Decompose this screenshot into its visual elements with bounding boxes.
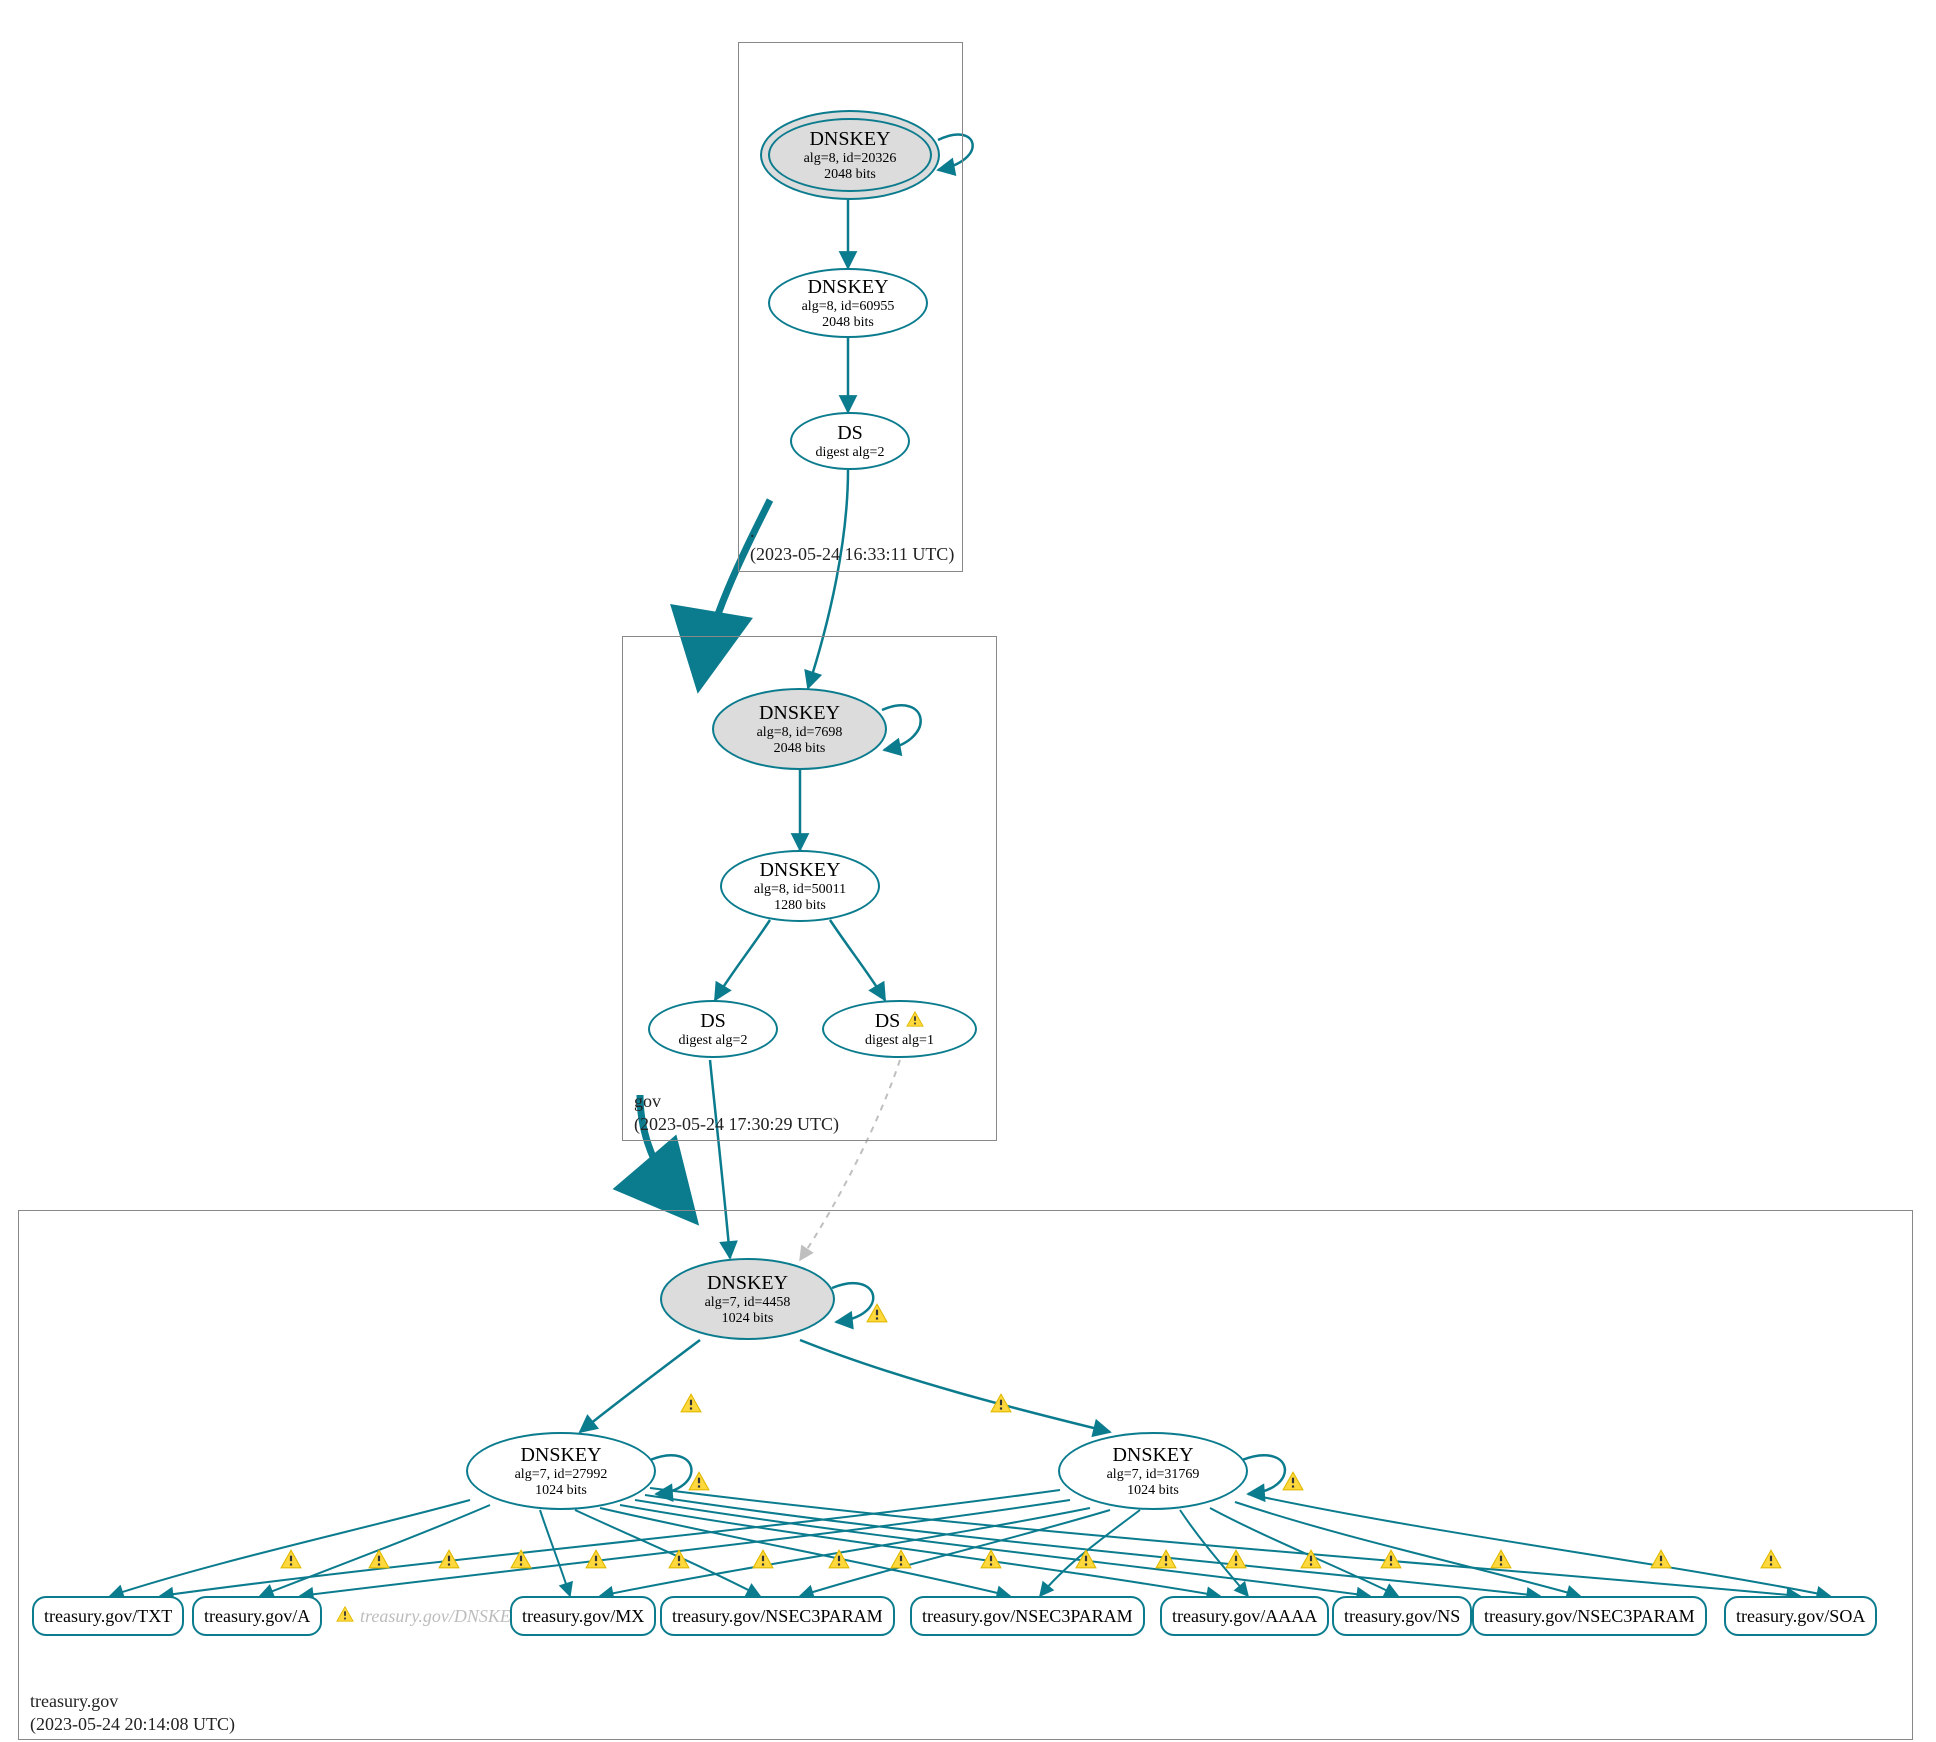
zone-gov-label: gov (2023-05-24 17:30:29 UTC) — [634, 1090, 839, 1135]
root-ksk-dnskey: DNSKEY alg=8, id=20326 2048 bits — [760, 110, 940, 200]
node-title: DNSKEY — [759, 859, 840, 882]
node-title: DNSKEY — [520, 1444, 601, 1467]
warning-icon — [668, 1548, 690, 1570]
rr-txt: treasury.gov/TXT — [32, 1596, 184, 1636]
node-sub: 1280 bits — [774, 898, 826, 914]
node-title: DNSKEY — [1112, 1444, 1193, 1467]
node-title: DNSKEY — [707, 1272, 788, 1295]
node-sub: digest alg=2 — [816, 445, 885, 461]
node-sub: alg=8, id=50011 — [754, 882, 846, 898]
warning-icon — [980, 1548, 1002, 1570]
warning-icon — [438, 1548, 460, 1570]
rr-label: treasury.gov/NSEC3PARAM — [922, 1606, 1133, 1627]
node-sub: 1024 bits — [722, 1311, 774, 1327]
warning-icon — [1225, 1548, 1247, 1570]
warning-icon — [1282, 1470, 1304, 1492]
rr-label: treasury.gov/MX — [522, 1606, 644, 1627]
node-title: DNSKEY — [759, 702, 840, 725]
node-sub: 1024 bits — [1127, 1483, 1179, 1499]
rr-soa: treasury.gov/SOA — [1724, 1596, 1877, 1636]
node-sub: digest alg=1 — [865, 1033, 934, 1049]
warning-icon — [1380, 1548, 1402, 1570]
warning-icon — [1760, 1548, 1782, 1570]
zone-timestamp: (2023-05-24 16:33:11 UTC) — [750, 544, 954, 564]
warning-icon — [1075, 1548, 1097, 1570]
node-title: DNSKEY — [807, 276, 888, 299]
node-sub: 2048 bits — [822, 315, 874, 331]
warning-icon — [368, 1548, 390, 1570]
rr-label: treasury.gov/SOA — [1736, 1606, 1865, 1627]
warning-icon — [1650, 1548, 1672, 1570]
warning-icon — [990, 1392, 1012, 1414]
gov-ksk-dnskey: DNSKEY alg=8, id=7698 2048 bits — [712, 688, 887, 770]
rr-a: treasury.gov/A — [192, 1596, 322, 1636]
treasury-zsk-31769: DNSKEY alg=7, id=31769 1024 bits — [1058, 1432, 1248, 1510]
warning-icon — [1490, 1548, 1512, 1570]
node-sub: alg=7, id=4458 — [705, 1295, 791, 1311]
root-zsk-dnskey: DNSKEY alg=8, id=60955 2048 bits — [768, 268, 928, 338]
rr-nsec3param-3: treasury.gov/NSEC3PARAM — [1472, 1596, 1707, 1636]
warning-icon — [680, 1392, 702, 1414]
warning-icon — [752, 1548, 774, 1570]
zone-name: . — [750, 521, 755, 541]
gov-zsk-dnskey: DNSKEY alg=8, id=50011 1280 bits — [720, 850, 880, 922]
node-sub: 2048 bits — [774, 741, 826, 757]
warning-icon — [866, 1302, 888, 1324]
warning-icon — [280, 1548, 302, 1570]
rr-mx: treasury.gov/MX — [510, 1596, 656, 1636]
rr-label: treasury.gov/TXT — [44, 1606, 172, 1627]
treasury-zsk-27992: DNSKEY alg=7, id=27992 1024 bits — [466, 1432, 656, 1510]
warning-icon — [890, 1548, 912, 1570]
gov-ds-alg1: DS digest alg=1 — [822, 1000, 977, 1058]
warning-icon — [336, 1605, 354, 1628]
rr-label: treasury.gov/NSEC3PARAM — [1484, 1606, 1695, 1627]
warning-icon — [510, 1548, 532, 1570]
node-sub: 2048 bits — [824, 167, 876, 183]
node-sub: alg=7, id=31769 — [1107, 1467, 1200, 1483]
node-sub: alg=8, id=7698 — [757, 725, 843, 741]
warning-icon — [906, 1010, 924, 1033]
zone-root-label: . (2023-05-24 16:33:11 UTC) — [750, 520, 954, 565]
rr-aaaa: treasury.gov/AAAA — [1160, 1596, 1329, 1636]
zone-timestamp: (2023-05-24 20:14:08 UTC) — [30, 1714, 235, 1734]
rr-ns: treasury.gov/NS — [1332, 1596, 1472, 1636]
treasury-ksk-dnskey: DNSKEY alg=7, id=4458 1024 bits — [660, 1258, 835, 1340]
root-ds: DS digest alg=2 — [790, 412, 910, 470]
rr-dnskey-greyed: treasury.gov/DNSKEY — [326, 1598, 531, 1634]
gov-ds-alg2: DS digest alg=2 — [648, 1000, 778, 1058]
dnssec-chain-diagram: { "colors": { "teal": "#0b7b8e", "grey_f… — [0, 0, 1936, 1742]
rr-label: treasury.gov/NSEC3PARAM — [672, 1606, 883, 1627]
node-title: DS — [837, 422, 863, 445]
node-title: DNSKEY — [809, 128, 890, 151]
rr-label: treasury.gov/A — [204, 1606, 310, 1627]
zone-timestamp: (2023-05-24 17:30:29 UTC) — [634, 1114, 839, 1134]
warning-icon — [688, 1470, 710, 1492]
zone-name: gov — [634, 1091, 661, 1111]
rr-label: treasury.gov/DNSKEY — [360, 1606, 521, 1627]
node-sub: 1024 bits — [535, 1483, 587, 1499]
rr-label: treasury.gov/NS — [1344, 1606, 1460, 1627]
node-sub: alg=8, id=60955 — [802, 299, 895, 315]
zone-name: treasury.gov — [30, 1691, 118, 1711]
warning-icon — [585, 1548, 607, 1570]
warning-icon — [828, 1548, 850, 1570]
zone-treasury-label: treasury.gov (2023-05-24 20:14:08 UTC) — [30, 1690, 235, 1735]
node-sub: digest alg=2 — [679, 1033, 748, 1049]
node-sub: alg=7, id=27992 — [515, 1467, 608, 1483]
rr-label: treasury.gov/AAAA — [1172, 1606, 1317, 1627]
node-sub: alg=8, id=20326 — [804, 151, 897, 167]
zone-treasury — [18, 1210, 1913, 1740]
node-title: DS — [875, 1010, 901, 1033]
rr-nsec3param-1: treasury.gov/NSEC3PARAM — [660, 1596, 895, 1636]
warning-icon — [1300, 1548, 1322, 1570]
node-title: DS — [700, 1010, 726, 1033]
warning-icon — [1155, 1548, 1177, 1570]
rr-nsec3param-2: treasury.gov/NSEC3PARAM — [910, 1596, 1145, 1636]
